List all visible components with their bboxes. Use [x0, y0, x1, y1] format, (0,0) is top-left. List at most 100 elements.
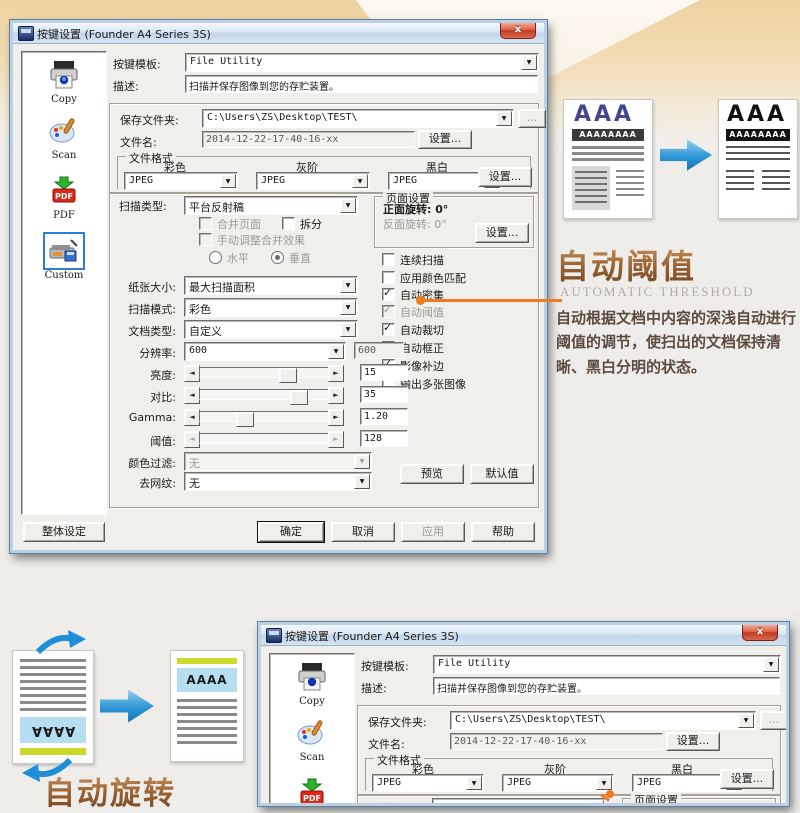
brightness-slider[interactable]: ◄ ► [184, 365, 344, 380]
template-combobox[interactable]: File Utility ▼ [185, 53, 539, 72]
scan-mode-combobox[interactable]: 彩色 ▼ [184, 298, 358, 317]
gray-format-combobox[interactable]: JPEG ▼ [502, 774, 614, 792]
chevron-down-icon[interactable]: ▼ [340, 300, 356, 315]
color-format-value: JPEG [129, 175, 153, 186]
filename-settings-button[interactable]: 设置... [666, 732, 720, 751]
doc-heading-text: AAA [574, 102, 634, 127]
threshold-slider: ◄ ► [184, 431, 344, 446]
chevron-down-icon[interactable]: ▼ [340, 322, 356, 337]
chevron-down-icon[interactable]: ▼ [496, 111, 512, 126]
paper-size-combobox[interactable]: 最大扫描面积 ▼ [184, 276, 358, 295]
window-icon [18, 26, 34, 41]
threshold-field[interactable]: 128 [360, 430, 408, 447]
gamma-field[interactable]: 1.20 [360, 408, 408, 425]
chevron-down-icon[interactable]: ▼ [352, 174, 368, 188]
doc-type-combobox[interactable]: 自定义 ▼ [184, 320, 358, 339]
resolution-field[interactable]: 600 [354, 342, 404, 359]
sidebar-item-copy[interactable]: Copy [270, 662, 354, 707]
chevron-down-icon[interactable]: ▼ [340, 198, 356, 213]
scan-type-combobox[interactable]: 平台反射稿 ▼ [184, 196, 358, 215]
resolution-combobox[interactable]: 600 ▼ [184, 342, 346, 361]
doc-yellow-bar [20, 748, 86, 755]
ok-button[interactable]: 确定 [258, 522, 324, 542]
chevron-down-icon[interactable]: ▼ [220, 174, 236, 188]
close-icon[interactable]: x [742, 625, 778, 641]
chevron-down-icon[interactable]: ▼ [521, 55, 537, 70]
sidebar-item-custom[interactable]: Custom [22, 234, 106, 281]
chevron-down-icon[interactable]: ▼ [354, 474, 370, 489]
page-settings-button[interactable]: 设置... [475, 223, 529, 243]
close-icon[interactable]: x [500, 23, 536, 39]
gray-format-combobox[interactable]: JPEG ▼ [256, 172, 370, 190]
sidebar-item-scan[interactable]: Scan [22, 116, 106, 161]
description-field[interactable]: 扫描并保存图像到您的存贮装置。 [433, 677, 780, 695]
chevron-down-icon[interactable]: ▼ [738, 713, 754, 728]
preview-button[interactable]: 预览 [400, 464, 464, 484]
checkbox-color-matching[interactable]: 应用颜色匹配 [382, 270, 466, 285]
save-folder-combobox[interactable]: C:\Users\ZS\Desktop\TEST\ ▼ [202, 109, 514, 128]
defaults-button[interactable]: 默认值 [470, 464, 534, 484]
brightness-field[interactable]: 15 [360, 364, 408, 381]
overall-settings-button[interactable]: 整体设定 [23, 522, 105, 542]
slider-left-icon[interactable]: ◄ [184, 409, 200, 426]
slider-left-icon[interactable]: ◄ [184, 365, 200, 382]
filename-settings-button[interactable]: 设置... [418, 130, 472, 149]
checkbox-label: 合并页面 [217, 218, 261, 231]
chevron-down-icon[interactable]: ▼ [340, 278, 356, 293]
checkbox-continuous-scan[interactable]: 连续扫描 [382, 252, 444, 267]
doc-blue-block: AAAA [20, 717, 86, 743]
chevron-down-icon[interactable]: ▼ [588, 800, 604, 806]
cancel-button[interactable]: 取消 [331, 522, 395, 542]
description-field[interactable]: 扫描并保存图像到您的存贮装置。 [185, 75, 538, 93]
filename-field[interactable]: 2014-12-22-17-40-16-xx [202, 131, 415, 148]
pdf-icon: PDF [47, 176, 81, 206]
checkbox-box: ✓ [382, 305, 395, 318]
slider-track[interactable] [199, 367, 329, 378]
slider-thumb[interactable] [290, 390, 308, 405]
chevron-down-icon[interactable]: ▼ [328, 344, 344, 359]
sidebar-label: Custom [22, 270, 106, 281]
color-format-combobox[interactable]: JPEG ▼ [124, 172, 238, 190]
slider-right-icon[interactable]: ► [328, 365, 344, 382]
browse-button[interactable]: ... [760, 711, 788, 730]
chevron-down-icon[interactable]: ▼ [763, 657, 779, 672]
sidebar-item-scan[interactable]: Scan [270, 718, 354, 763]
help-button[interactable]: 帮助 [471, 522, 535, 542]
save-folder-combobox[interactable]: C:\Users\ZS\Desktop\TEST\ ▼ [450, 711, 756, 730]
sidebar-item-copy[interactable]: Copy [22, 60, 106, 105]
color-format-combobox[interactable]: JPEG ▼ [372, 774, 484, 792]
sidebar-item-pdf[interactable]: PDF PDF [22, 176, 106, 221]
slider-track[interactable] [199, 411, 329, 422]
descreen-combobox[interactable]: 无 ▼ [184, 472, 372, 491]
chevron-down-icon[interactable]: ▼ [466, 776, 482, 790]
title-bar-2[interactable]: 按键设置 (Founder A4 Series 3S) x [261, 625, 786, 646]
checkbox-split[interactable]: 拆分 [282, 216, 322, 231]
chevron-down-icon[interactable]: ▼ [596, 776, 612, 790]
template-value: File Utility [190, 56, 262, 67]
page-settings-group-2: 页面设置 [622, 798, 776, 806]
sidebar-item-pdf[interactable]: PDF PDF [270, 778, 354, 806]
slider-thumb[interactable] [236, 412, 254, 427]
window-title: 按键设置 (Founder A4 Series 3S) [37, 26, 211, 42]
scan-type-combobox[interactable]: 平台反射稿 ▼ [432, 798, 606, 806]
title-bar[interactable]: 按键设置 (Founder A4 Series 3S) x [13, 23, 544, 44]
gamma-slider[interactable]: ◄ ► [184, 409, 344, 424]
upright-text: AAAA [186, 673, 227, 687]
format-settings-button[interactable]: 设置... [478, 167, 532, 187]
format-settings-button[interactable]: 设置... [720, 769, 774, 789]
contrast-slider[interactable]: ◄ ► [184, 387, 344, 402]
slider-left-icon[interactable]: ◄ [184, 387, 200, 404]
filename-field[interactable]: 2014-12-22-17-40-16-xx [450, 733, 663, 750]
contrast-field[interactable]: 35 [360, 386, 408, 403]
sidebar-label: PDF [22, 210, 106, 221]
slider-right-icon[interactable]: ► [328, 387, 344, 404]
descreen-value: 无 [189, 475, 200, 491]
browse-button[interactable]: ... [518, 109, 546, 128]
checkbox-auto-threshold: ✓自动阈值 [382, 304, 444, 319]
slider-right-icon[interactable]: ► [328, 409, 344, 426]
doc-bar-text: AAAAAAAA [572, 129, 644, 141]
checkbox-auto-crop[interactable]: ✓自动裁切 [382, 322, 444, 337]
slider-thumb[interactable] [279, 368, 297, 383]
slider-track[interactable] [199, 389, 329, 400]
template-combobox[interactable]: File Utility ▼ [433, 655, 781, 674]
